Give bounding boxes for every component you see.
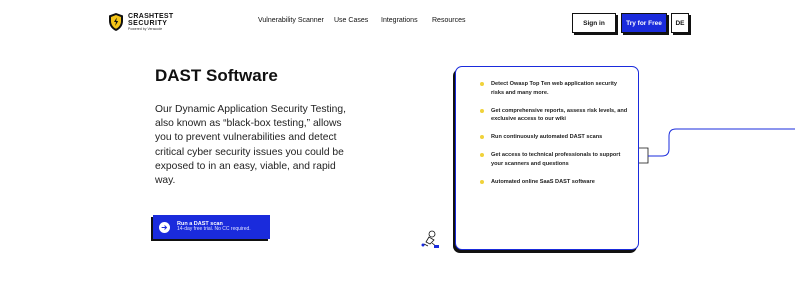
feature-text: Run continuously automated DAST scans xyxy=(491,134,603,141)
feature-item: Automated online SaaS DAST software xyxy=(478,178,630,187)
cta-sublabel: 14-day free trial. No CC required. xyxy=(177,226,251,233)
feature-text: Get comprehensive reports, assess risk l… xyxy=(491,107,628,123)
try-for-free-button[interactable]: Try for Free xyxy=(621,13,667,33)
nav-item-resources[interactable]: Resources xyxy=(432,17,465,24)
nav-item-use-cases[interactable]: Use Cases xyxy=(334,17,368,24)
site-header: CRASHTEST SECURITY Powered by Veracode V… xyxy=(0,0,795,46)
nav-item-vulnerability-scanner[interactable]: Vulnerability Scanner xyxy=(258,17,324,24)
arrow-right-icon xyxy=(159,221,170,233)
features-card: Detect Owasp Top Ten web application sec… xyxy=(455,66,639,250)
bullet-icon xyxy=(480,135,484,140)
feature-item: Detect Owasp Top Ten web application sec… xyxy=(478,80,630,97)
brand-tagline: Powered by Veracode xyxy=(128,26,163,31)
feature-text: Detect Owasp Top Ten web application sec… xyxy=(491,81,617,96)
sign-in-button[interactable]: Sign in xyxy=(572,13,616,33)
feature-text: Get access to technical professionals to… xyxy=(491,152,621,168)
bullet-icon xyxy=(480,180,484,185)
page-title: DAST Software xyxy=(155,66,278,85)
shield-logo-icon xyxy=(109,13,123,31)
language-switch-button[interactable]: DE xyxy=(671,13,689,33)
feature-item: Get comprehensive reports, assess risk l… xyxy=(478,107,630,124)
robot-mascot-icon xyxy=(421,230,439,248)
feature-item: Get access to technical professionals to… xyxy=(478,151,630,168)
brand-name-line1: CRASHTEST xyxy=(128,12,174,20)
run-dast-scan-button[interactable]: Run a DAST scan 14-day free trial. No CC… xyxy=(153,215,270,239)
bullet-icon xyxy=(480,153,484,158)
feature-text: Automated online SaaS DAST software xyxy=(491,179,595,186)
hero-description: Our Dynamic Application Security Testing… xyxy=(155,104,346,187)
bullet-icon xyxy=(480,108,484,113)
feature-item: Run continuously automated DAST scans xyxy=(478,133,630,142)
bullet-icon xyxy=(480,82,484,86)
nav-item-integrations[interactable]: Integrations xyxy=(381,17,418,24)
features-list: Detect Owasp Top Ten web application sec… xyxy=(478,80,630,196)
brand-logo[interactable]: CRASHTEST SECURITY Powered by Veracode xyxy=(108,12,173,32)
brand-name-line2: SECURITY xyxy=(128,19,168,27)
